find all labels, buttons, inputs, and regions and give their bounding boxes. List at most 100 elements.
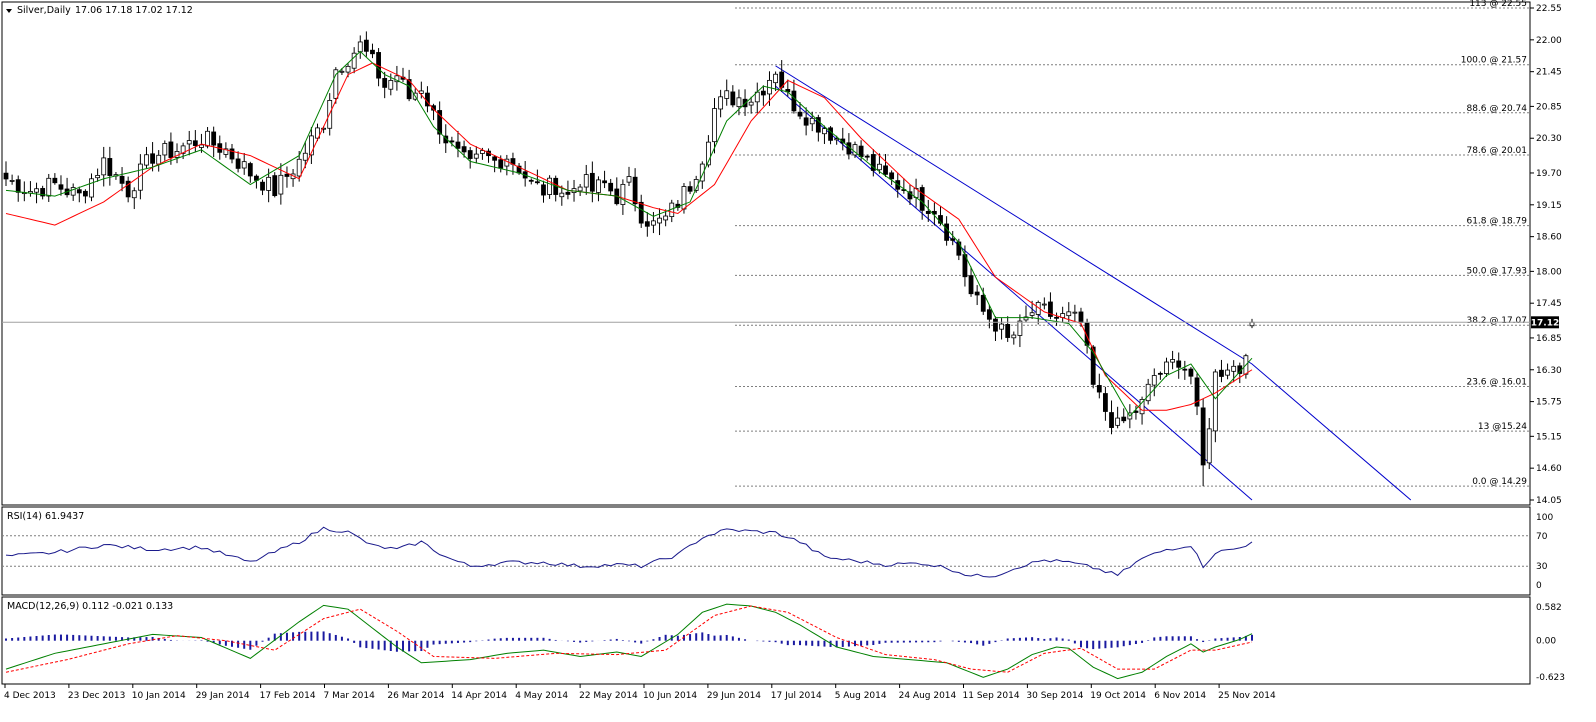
candle-body <box>34 188 39 193</box>
candle-body <box>345 65 351 73</box>
candle-body <box>791 90 797 112</box>
dropdown-triangle-icon[interactable] <box>6 9 12 13</box>
candle-body <box>974 291 980 296</box>
rsi-tick-label: 100 <box>1536 513 1553 523</box>
fib-label: 13 @15.24 <box>1478 422 1527 432</box>
channel-upper-line[interactable] <box>775 65 1412 501</box>
fib-label: 23.6 @ 16.01 <box>1466 378 1527 388</box>
x-tick-label: 4 Dec 2013 <box>4 691 56 701</box>
candle-body <box>651 220 656 226</box>
x-tick-label: 29 Jan 2014 <box>196 691 250 701</box>
candle-body <box>52 177 58 184</box>
candle-body <box>589 172 595 192</box>
candle-body <box>455 141 461 149</box>
candle-body <box>1145 383 1151 402</box>
candle-body <box>119 175 125 184</box>
price-tick-label: 21.45 <box>1536 68 1562 78</box>
candle-body <box>541 184 546 196</box>
candle-body <box>1212 371 1218 432</box>
candle-body <box>199 144 204 148</box>
candle-body <box>528 179 534 182</box>
candle-body <box>577 186 583 192</box>
candle-body <box>1011 334 1017 339</box>
fib-label: 113 @ 22.55 <box>1469 0 1527 9</box>
price-tick-label: 14.05 <box>1536 496 1562 506</box>
candle-body <box>1096 385 1102 393</box>
x-tick-label: 24 Aug 2014 <box>899 691 957 701</box>
candle-body <box>687 186 693 192</box>
candle-body <box>1115 417 1121 426</box>
candle-body <box>638 201 644 224</box>
candle-body <box>858 145 864 157</box>
candle-body <box>498 159 504 169</box>
x-tick-label: 17 Feb 2014 <box>260 691 316 701</box>
candle-body <box>602 180 607 184</box>
chart-canvas[interactable]: 113 @ 22.55 100.0 @ 21.57 88.6 @ 20.74 78.6… <box>0 0 1596 718</box>
candle-body <box>644 221 650 227</box>
candle-body <box>919 187 925 211</box>
candle-body <box>712 108 717 143</box>
macd-main-line <box>5 603 1253 680</box>
candle-body <box>284 173 290 177</box>
fib-label: 100.0 @ 21.57 <box>1461 56 1527 66</box>
candle-body <box>370 49 375 55</box>
x-tick-label: 17 Jul 2014 <box>771 691 822 701</box>
candle-body <box>235 158 241 169</box>
candle-body <box>1249 321 1255 327</box>
candle-body <box>1054 316 1059 319</box>
price-tick-label: 20.30 <box>1536 134 1562 144</box>
rsi-tick-label: 30 <box>1536 562 1548 572</box>
x-tick-label: 10 Jun 2014 <box>643 691 697 701</box>
candle-body <box>632 176 638 205</box>
x-tick-label: 11 Sep 2014 <box>963 691 1020 701</box>
candle-body <box>1121 416 1127 422</box>
candle-body <box>980 294 986 312</box>
candle-body <box>357 41 363 53</box>
x-tick-label: 7 Mar 2014 <box>324 691 376 701</box>
fib-label: 0.0 @ 14.29 <box>1472 477 1527 487</box>
rsi-panel-frame <box>1 506 1531 596</box>
candle-body <box>467 150 473 159</box>
x-tick-label: 26 Mar 2014 <box>387 691 444 701</box>
candle-body <box>797 111 803 117</box>
candle-body <box>296 158 302 177</box>
price-tick-label: 19.70 <box>1536 169 1562 179</box>
candle-body <box>583 174 589 188</box>
price-tick-label: 16.85 <box>1536 334 1562 344</box>
x-tick-label: 4 May 2014 <box>515 691 568 701</box>
candle-body <box>748 101 754 106</box>
candle-body <box>1072 311 1078 314</box>
candle-body <box>131 190 137 199</box>
descending-channel <box>775 65 1412 501</box>
candle-body <box>883 165 888 175</box>
candle-body <box>83 190 88 197</box>
candle-body <box>162 143 168 156</box>
candle-body <box>1170 359 1175 363</box>
fib-label: 38.2 @ 17.07 <box>1466 316 1527 326</box>
candle-body <box>718 96 724 110</box>
macd-y-axis: 0.582 0.00 -0.623 <box>1536 603 1565 683</box>
symbol-title: Silver,Daily <box>17 5 71 16</box>
candle-body <box>266 176 272 191</box>
candle-body <box>101 157 107 176</box>
candle-body <box>730 91 736 106</box>
candle-body <box>1231 365 1237 372</box>
price-tick-label: 22.55 <box>1536 4 1562 14</box>
candle-body <box>809 117 815 125</box>
x-tick-label: 10 Jan 2014 <box>132 691 186 701</box>
candle-body <box>620 183 626 205</box>
sma-green-line <box>5 50 1253 417</box>
candle-body <box>596 179 601 193</box>
fibonacci-levels: 113 @ 22.55 100.0 @ 21.57 88.6 @ 20.74 78.6… <box>735 0 1530 487</box>
price-tick-label: 14.60 <box>1536 464 1562 474</box>
chart-window: 113 @ 22.55 100.0 @ 21.57 88.6 @ 20.74 78.6… <box>0 0 1596 718</box>
x-tick-label: 29 Jun 2014 <box>707 691 761 701</box>
candle-body <box>1225 369 1230 376</box>
candle-body <box>773 73 778 84</box>
candle-body <box>241 161 247 169</box>
current-price-label: 17.12 <box>1531 318 1559 328</box>
candle-body <box>46 177 52 197</box>
price-tick-label: 15.75 <box>1536 398 1562 408</box>
moving-averages <box>5 50 1253 417</box>
candle-body <box>1164 361 1169 374</box>
